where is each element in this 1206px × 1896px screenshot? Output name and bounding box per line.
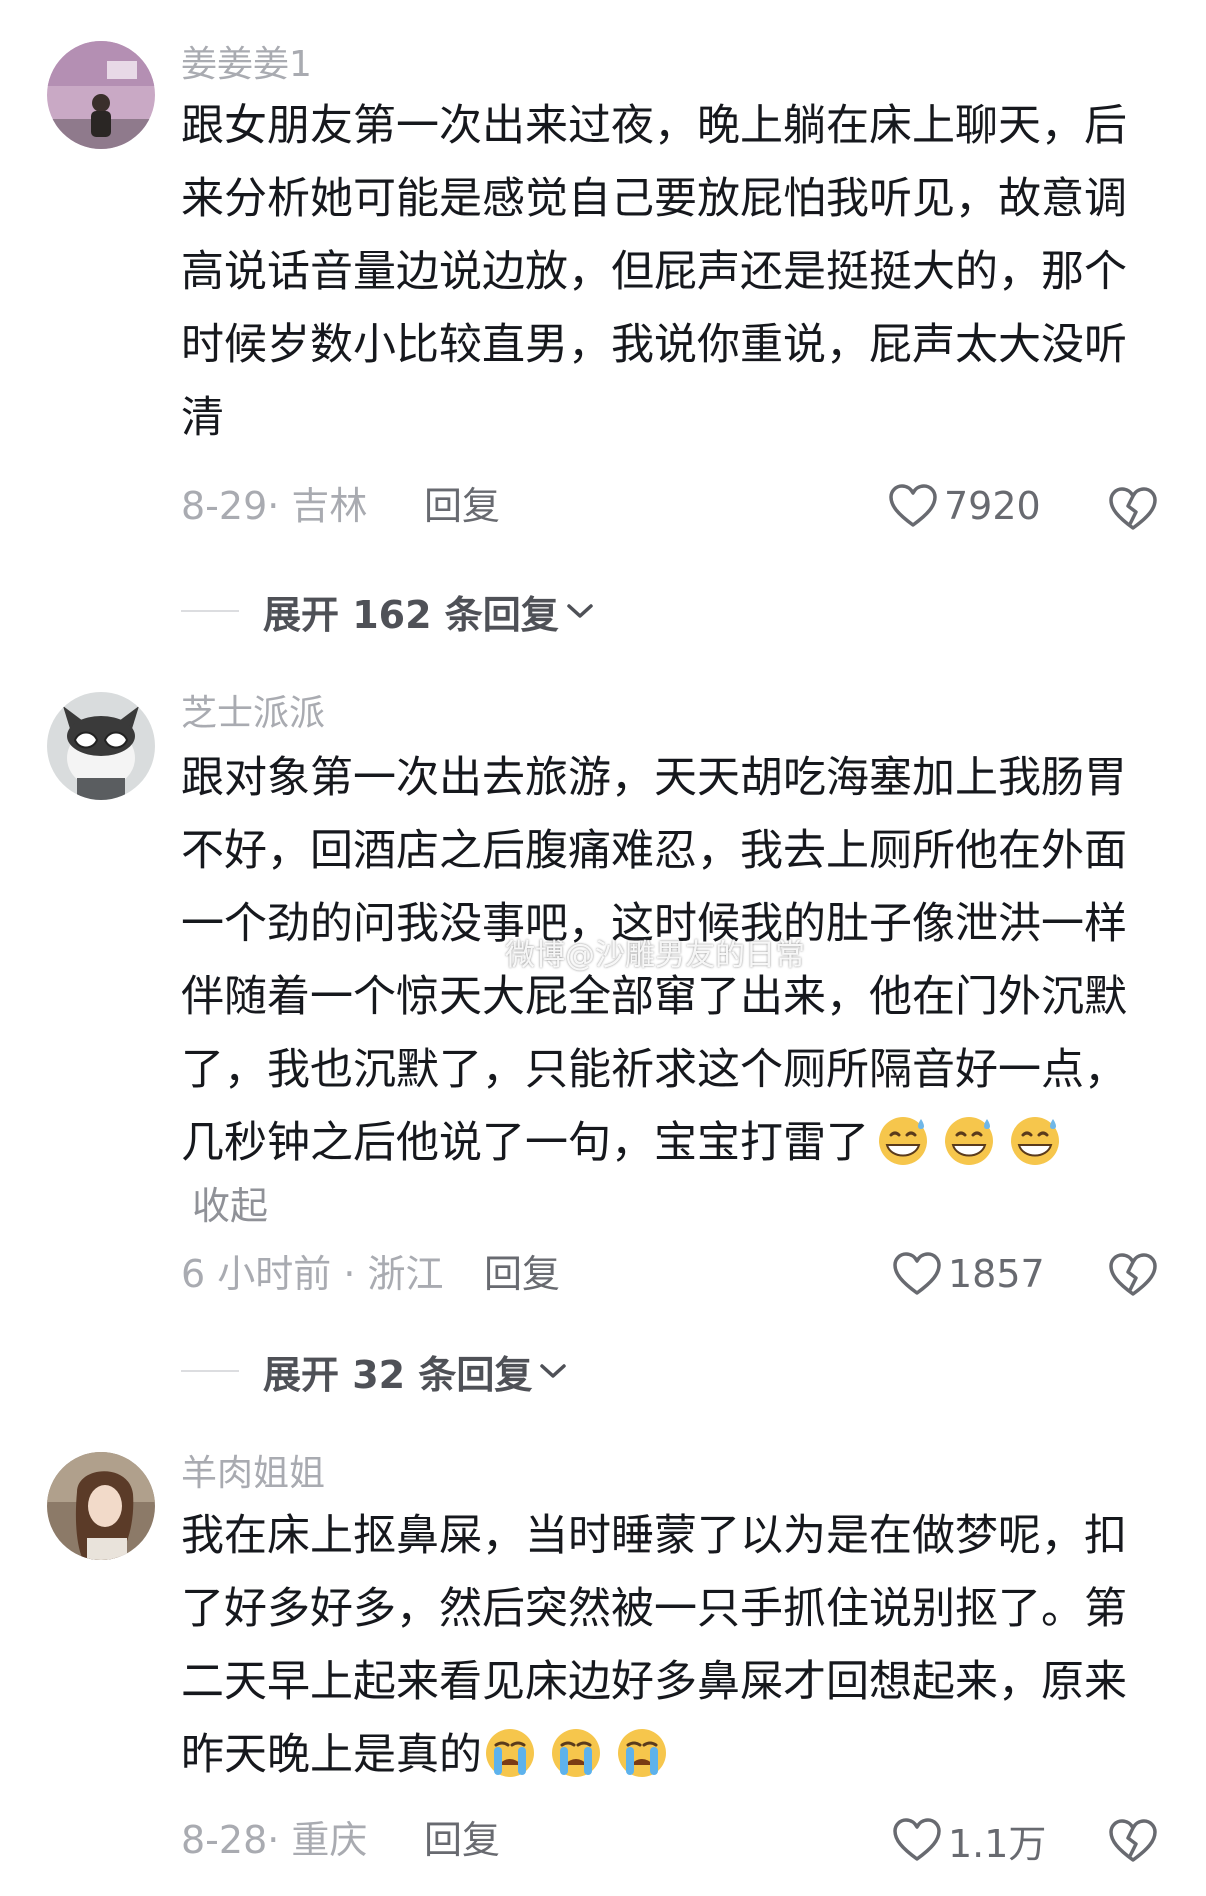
grin-sweat-emoji-icon: [879, 1117, 927, 1165]
reply-button[interactable]: 回复: [484, 1250, 560, 1298]
like-count: 7920: [944, 484, 1041, 528]
heart-icon: [893, 1252, 941, 1295]
username[interactable]: 姜姜姜1: [181, 43, 312, 87]
grin-sweat-emoji-icon: [945, 1117, 993, 1165]
comment-line: 跟女朋友第一次出来过夜，晚上躺在床上聊天，后: [181, 101, 1127, 151]
heart-icon: [889, 484, 937, 527]
username[interactable]: 羊肉姐姐: [181, 1452, 325, 1496]
grin-sweat-emoji-icon: [1011, 1117, 1059, 1165]
divider: [181, 610, 239, 612]
chevron-down-icon: [540, 1364, 567, 1378]
comment-line: 清: [181, 393, 224, 443]
broken-heart-icon: [1109, 1253, 1157, 1296]
comment-line: 时候岁数小比较直男，我说你重说，屁声太大没听: [181, 320, 1127, 370]
broken-heart-icon: [1109, 487, 1157, 530]
crying-emoji-icon: [486, 1729, 534, 1777]
comment-line: 几秒钟之后他说了一句，宝宝打雷了: [181, 1107, 1161, 1180]
comment-meta: 8-29· 吉林: [181, 484, 368, 528]
dislike-button[interactable]: [1108, 1816, 1158, 1866]
username[interactable]: 芝士派派: [181, 692, 325, 736]
dislike-button[interactable]: [1108, 1250, 1158, 1300]
crying-emoji-icon: [618, 1729, 666, 1777]
comment-line: 我在床上抠鼻屎，当时睡蒙了以为是在做梦呢，扣: [181, 1511, 1127, 1561]
heart-icon: [893, 1818, 941, 1861]
like-count: 1.1万: [948, 1821, 1047, 1866]
like-button[interactable]: 7920: [888, 476, 1041, 536]
expand-replies-button[interactable]: 展开 162 条回复: [181, 586, 595, 637]
comment-line-text: 几秒钟之后他说了一句，宝宝打雷了: [181, 1118, 869, 1168]
comment-text: 我在床上抠鼻屎，当时睡蒙了以为是在做梦呢，扣 了好多好多，然后突然被一只手抓住说…: [181, 1500, 1161, 1792]
broken-heart-icon: [1109, 1819, 1157, 1862]
comment-line: 来分析她可能是感觉自己要放屁怕我听见，故意调: [181, 174, 1127, 224]
avatar[interactable]: [47, 1452, 155, 1560]
like-button[interactable]: 1857: [892, 1244, 1045, 1304]
comment-line: 了好多好多，然后突然被一只手抓住说别抠了。第: [181, 1584, 1127, 1634]
comment-line: 二天早上起来看见床边好多鼻屎才回想起来，原来: [181, 1657, 1127, 1707]
reply-button[interactable]: 回复: [424, 482, 500, 530]
comment-line: 高说话音量边说边放，但屁声还是挺挺大的，那个: [181, 247, 1127, 297]
comment-line: 不好，回酒店之后腹痛难忍，我去上厕所他在外面: [181, 826, 1127, 876]
comment-text: 跟女朋友第一次出来过夜，晚上躺在床上聊天，后 来分析她可能是感觉自己要放屁怕我听…: [181, 90, 1161, 455]
like-count: 1857: [948, 1252, 1045, 1296]
avatar[interactable]: [47, 41, 155, 149]
like-button[interactable]: 1.1万: [892, 1810, 1046, 1870]
dislike-button[interactable]: [1108, 484, 1158, 534]
expand-replies-button[interactable]: 展开 32 条回复: [181, 1346, 568, 1397]
reply-button[interactable]: 回复: [424, 1816, 500, 1864]
comment-line-text: 昨天晚上是真的: [181, 1730, 482, 1780]
watermark: 微博@沙雕男友的日常: [505, 938, 805, 973]
expand-replies-label: 展开 162 条回复: [263, 592, 559, 637]
expand-replies-label: 展开 32 条回复: [263, 1352, 533, 1397]
comment-meta: 6 小时前 · 浙江: [181, 1252, 444, 1296]
comment-line: 跟对象第一次出去旅游，天天胡吃海塞加上我肠胃: [181, 753, 1127, 803]
chevron-down-icon: [567, 604, 593, 618]
collapse-button[interactable]: 收起: [192, 1184, 268, 1228]
crying-emoji-icon: [552, 1729, 600, 1777]
divider: [181, 1370, 239, 1372]
comment-line: 昨天晚上是真的: [181, 1719, 1161, 1792]
comment-line: 了，我也沉默了，只能祈求这个厕所隔音好一点，: [181, 1045, 1127, 1095]
avatar[interactable]: [47, 692, 155, 800]
comment-meta: 8-28· 重庆: [181, 1818, 368, 1862]
